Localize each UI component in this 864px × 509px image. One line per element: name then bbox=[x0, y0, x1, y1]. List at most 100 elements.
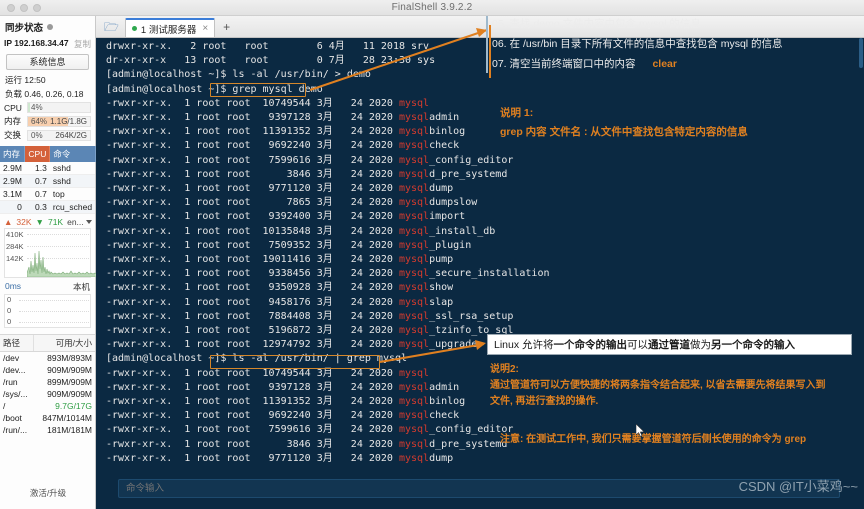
disk-size: 847M/1014M bbox=[34, 412, 95, 424]
table-row[interactable]: 2.9M 0.7 sshd bbox=[0, 175, 95, 188]
pipe-bold-2: 通过管道 bbox=[648, 337, 690, 352]
terminal-line: -rwxr-xr-x. 1 root root 3846 3月 24 2020 … bbox=[106, 168, 864, 182]
terminal-text: -rwxr-xr-x. 1 root root 7509352 3月 24 20… bbox=[106, 240, 399, 251]
process-col-command[interactable]: 命令 bbox=[50, 146, 95, 162]
memory-meter-detail: 1.1G/1.8G bbox=[50, 117, 87, 127]
disk-path: /dev bbox=[0, 352, 34, 365]
network-graph: 410K 284K 142K bbox=[4, 228, 91, 278]
app-window: FinalShell 3.9.2.2 同步状态 IP 192.168.34.47… bbox=[0, 0, 864, 509]
grep-match: mysql bbox=[399, 98, 429, 109]
terminal-text: dump bbox=[429, 183, 453, 194]
annotation-note1-title: 说明 1: bbox=[500, 104, 748, 123]
folder-icon[interactable]: 🗁 bbox=[104, 21, 119, 33]
disk-path: /sys/... bbox=[0, 388, 34, 400]
grep-match: mysql bbox=[399, 311, 429, 322]
terminal-text: -rwxr-xr-x. 1 root root 10749544 3月 24 2… bbox=[106, 368, 399, 379]
table-row[interactable]: / 9.7G/17G bbox=[0, 400, 95, 412]
terminal-text: [admin@localhost ~]$ ls -al /usr/bin/ > … bbox=[106, 69, 371, 80]
terminal-text: _install_db bbox=[429, 226, 495, 237]
pipe-mid-2: 做为 bbox=[690, 337, 711, 352]
terminal-line: -rwxr-xr-x. 1 root root 9458176 3月 24 20… bbox=[106, 296, 864, 310]
terminal-text: show bbox=[429, 282, 453, 293]
grep-match: mysql bbox=[399, 424, 429, 435]
terminal-line: -rwxr-xr-x. 1 root root 7865 3月 24 2020 … bbox=[106, 196, 864, 210]
memory-meter-label: 内存 bbox=[4, 115, 24, 127]
process-command: sshd bbox=[50, 175, 95, 188]
process-cpu: 0.7 bbox=[25, 175, 50, 188]
process-memory: 3.1M bbox=[0, 188, 25, 201]
table-row[interactable]: 0 0.3 rcu_sched bbox=[0, 201, 95, 214]
terminal-line: -rwxr-xr-x. 1 root root 9771120 3月 24 20… bbox=[106, 452, 864, 466]
annotation-cmd-clear: clear bbox=[652, 58, 677, 70]
network-interface-select[interactable]: en... bbox=[67, 217, 92, 227]
table-row[interactable]: /dev 893M/893M bbox=[0, 352, 95, 365]
local-label: 本机 bbox=[73, 281, 90, 293]
close-icon[interactable]: × bbox=[202, 23, 208, 34]
table-row[interactable]: /run 899M/909M bbox=[0, 376, 95, 388]
terminal-line: -rwxr-xr-x. 1 root root 10749544 3月 24 2… bbox=[106, 97, 864, 111]
terminal-line: -rwxr-xr-x. 1 root root 9350928 3月 24 20… bbox=[106, 281, 864, 295]
command-input[interactable] bbox=[118, 479, 840, 498]
terminal-text: d_pre_systemd bbox=[429, 169, 507, 180]
new-tab-icon[interactable]: + bbox=[223, 20, 230, 34]
disk-path: /boot bbox=[0, 412, 34, 424]
latency-y-label-0: 0 bbox=[7, 295, 11, 304]
table-row[interactable]: /sys/... 909M/909M bbox=[0, 388, 95, 400]
table-row[interactable]: /boot 847M/1014M bbox=[0, 412, 95, 424]
disk-path: /run bbox=[0, 376, 34, 388]
grep-match: mysql bbox=[399, 439, 429, 450]
network-y-label-0: 410K bbox=[6, 230, 24, 239]
terminal-text: -rwxr-xr-x. 1 root root 9397128 3月 24 20… bbox=[106, 112, 399, 123]
process-memory: 2.9M bbox=[0, 175, 25, 188]
terminal-scrollbar[interactable] bbox=[858, 38, 864, 486]
grep-match: mysql bbox=[399, 410, 429, 421]
activate-upgrade-link[interactable]: 激活/升级 bbox=[0, 487, 96, 499]
terminal-text: [admin@localhost ~]$ ls -al /usr/bin/ | … bbox=[106, 353, 407, 364]
terminal-text: check bbox=[429, 410, 459, 421]
disk-size: 909M/909M bbox=[34, 364, 95, 376]
annotation-num-07: 07. bbox=[492, 58, 507, 70]
table-row[interactable]: 3.1M 0.7 top bbox=[0, 188, 95, 201]
system-info-button[interactable]: 系统信息 bbox=[6, 54, 89, 70]
grep-match: mysql bbox=[399, 155, 429, 166]
terminal-text: pump bbox=[429, 254, 453, 265]
network-interface-label: en... bbox=[67, 217, 84, 227]
grep-match: mysql bbox=[399, 112, 429, 123]
terminal-text: -rwxr-xr-x. 1 root root 11391352 3月 24 2… bbox=[106, 126, 399, 137]
sync-status-icon bbox=[47, 24, 53, 30]
terminal-text: -rwxr-xr-x. 1 root root 7865 3月 24 2020 bbox=[106, 197, 399, 208]
disk-size: 893M/893M bbox=[34, 352, 95, 365]
uptime-label: 运行 12:50 bbox=[0, 73, 95, 87]
process-col-cpu[interactable]: CPU bbox=[25, 146, 50, 162]
terminal-text: -rwxr-xr-x. 1 root root 9692240 3月 24 20… bbox=[106, 410, 399, 421]
swap-meter-label: 交换 bbox=[4, 129, 24, 141]
terminal-output[interactable]: drwxr-xr-x. 2 root root 6 4月 11 2018 srv… bbox=[96, 38, 864, 486]
terminal-text: admin bbox=[429, 382, 459, 393]
terminal-text: -rwxr-xr-x. 1 root root 10749544 3月 24 2… bbox=[106, 98, 399, 109]
terminal-text: _ssl_rsa_setup bbox=[429, 311, 513, 322]
terminal-scrollbar-thumb[interactable] bbox=[859, 38, 863, 68]
terminal-text: -rwxr-xr-x. 1 root root 9392400 3月 24 20… bbox=[106, 211, 399, 222]
grep-match: mysql bbox=[399, 282, 429, 293]
terminal-text: -rwxr-xr-x. 1 root root 9350928 3月 24 20… bbox=[106, 282, 399, 293]
terminal-text: [admin@localhost ~]$ grep mysql demo bbox=[106, 84, 323, 95]
terminal-text: -rwxr-xr-x. 1 root root 12974792 3月 24 2… bbox=[106, 339, 399, 350]
chevron-down-icon bbox=[86, 220, 92, 224]
process-command: sshd bbox=[50, 162, 95, 175]
annotation-item-07: 07. 清空当前终端窗口中的内容 clear bbox=[492, 54, 783, 74]
copy-ip-button[interactable]: 复制 bbox=[74, 38, 91, 50]
tab-test-server[interactable]: 1 测试服务器 × bbox=[125, 18, 215, 37]
terminal-line: -rwxr-xr-x. 1 root root 19011416 3月 24 2… bbox=[106, 253, 864, 267]
terminal-line: -rwxr-xr-x. 1 root root 9771120 3月 24 20… bbox=[106, 182, 864, 196]
table-row[interactable]: /dev... 909M/909M bbox=[0, 364, 95, 376]
terminal-text: binlog bbox=[429, 126, 465, 137]
grep-match: mysql bbox=[399, 396, 429, 407]
process-cpu: 1.3 bbox=[25, 162, 50, 175]
table-row[interactable]: 2.9M 1.3 sshd bbox=[0, 162, 95, 175]
sync-status-row: 同步状态 bbox=[0, 16, 95, 36]
annotation-text-06: 在 /usr/bin 目录下所有文件的信息中查找包含 mysql 的信息 bbox=[510, 38, 783, 50]
terminal-text: -rwxr-xr-x. 1 root root 5196872 3月 24 20… bbox=[106, 325, 399, 336]
table-row[interactable]: /run/... 181M/181M bbox=[0, 424, 95, 436]
process-col-memory[interactable]: 内存 bbox=[0, 146, 25, 162]
annotation-text-07: 清空当前终端窗口中的内容 bbox=[510, 58, 636, 70]
